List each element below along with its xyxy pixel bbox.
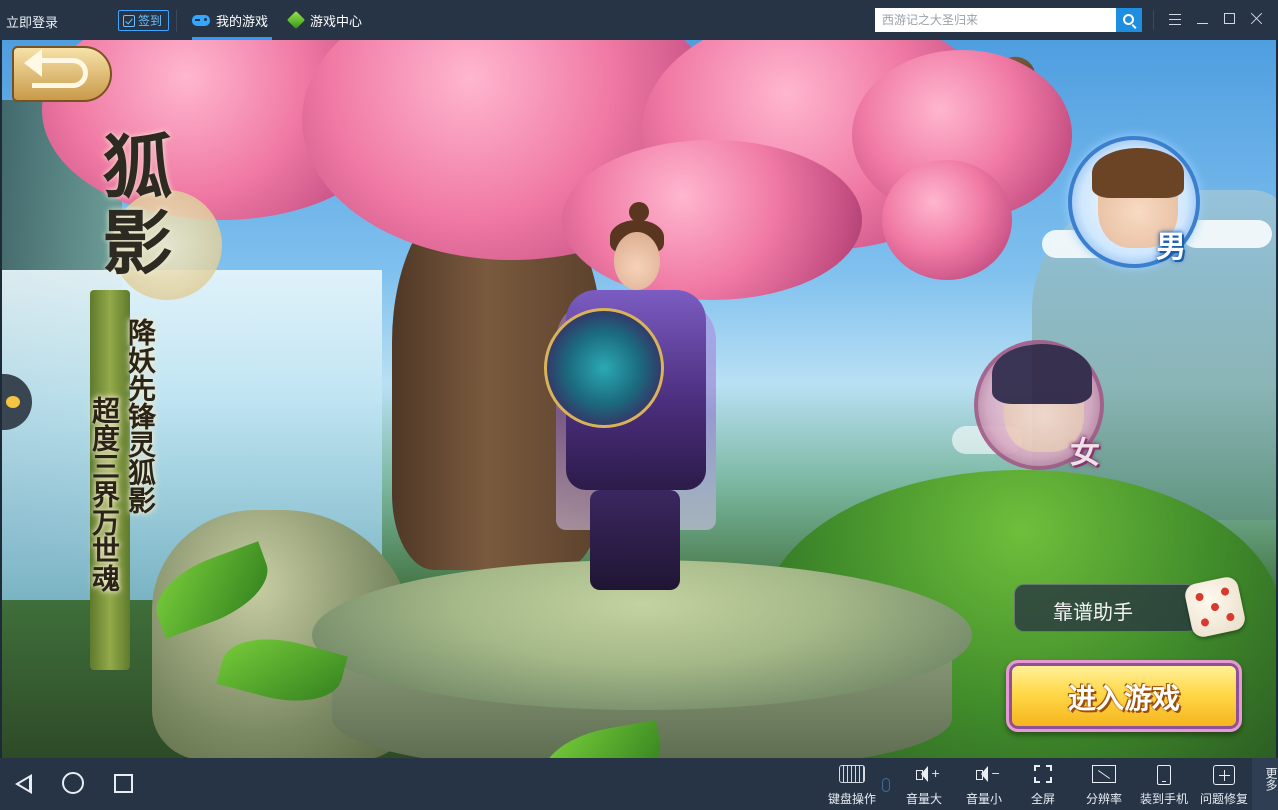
tab-label: 游戏中心 [310, 14, 363, 30]
volume-down-icon: − [976, 765, 1000, 783]
keyboard-icon [839, 765, 865, 783]
tab-game-center[interactable]: 游戏中心 [286, 0, 368, 40]
maximize-button[interactable] [1221, 9, 1239, 29]
divider [1153, 10, 1154, 30]
install-to-phone-button[interactable]: 装到手机 [1136, 758, 1192, 810]
enter-game-button[interactable]: 进入游戏 [1006, 660, 1242, 732]
tab-my-games[interactable]: 我的游戏 [192, 0, 272, 40]
character-title: 降妖先锋灵狐影 [124, 318, 157, 514]
gamepad-icon [192, 14, 210, 26]
keyboard-button[interactable]: 键盘操作 [824, 758, 880, 810]
fullscreen-button[interactable]: 全屏 [1015, 758, 1071, 810]
game-viewport[interactable]: 狐影 降妖先锋灵狐影 超度三界万世魂 男 女 靠谱助手 进入游戏 [2, 40, 1276, 758]
assistant-button[interactable]: 靠谱助手 [1014, 584, 1210, 632]
phone-icon [1157, 765, 1171, 785]
cube-icon [286, 10, 306, 30]
mic-icon [882, 778, 890, 792]
divider [176, 10, 177, 32]
menu-button[interactable] [1166, 9, 1184, 29]
title-bar: 立即登录 签到 我的游戏 游戏中心 [0, 0, 1278, 40]
enter-game-label: 进入游戏 [1067, 682, 1180, 715]
back-arrow-icon [24, 49, 88, 88]
gender-male-button[interactable]: 男 [1068, 136, 1200, 268]
fullscreen-icon [1034, 765, 1052, 783]
nav-home-icon[interactable] [62, 772, 84, 794]
assistant-label: 靠谱助手 [1053, 600, 1133, 624]
signin-label: 签到 [138, 14, 163, 28]
login-link[interactable]: 立即登录 [6, 12, 58, 31]
gender-female-label: 女 [1070, 436, 1100, 471]
bottom-toolbar: 键盘操作 + 音量大 − 音量小 全屏 分辨率 装到手机 问题修复 更多 [0, 758, 1278, 810]
shield-icon [544, 308, 664, 428]
repair-icon [1213, 765, 1235, 785]
search-icon [1122, 13, 1134, 25]
search-input[interactable] [875, 8, 1116, 32]
volume-down-button[interactable]: − 音量小 [956, 758, 1012, 810]
volume-up-icon: + [916, 765, 940, 783]
nav-recent-icon[interactable] [114, 774, 133, 793]
nav-back-icon[interactable] [12, 772, 36, 796]
search-button[interactable] [1116, 8, 1142, 32]
resolution-icon [1092, 765, 1116, 783]
checkbox-icon [123, 14, 135, 27]
more-button[interactable]: 更多 [1252, 758, 1278, 810]
tab-label: 我的游戏 [216, 14, 269, 30]
volume-up-button[interactable]: + 音量大 [896, 758, 952, 810]
minimize-button[interactable] [1194, 9, 1212, 29]
dice-icon[interactable] [1182, 574, 1248, 640]
resolution-button[interactable]: 分辨率 [1076, 758, 1132, 810]
hero-character [536, 202, 736, 590]
gender-male-label: 男 [1156, 230, 1186, 265]
character-name: 狐影 [91, 130, 174, 282]
blossom-canopy [882, 160, 1012, 280]
back-button[interactable] [12, 46, 112, 102]
gender-female-button[interactable]: 女 [974, 340, 1104, 471]
signin-button[interactable]: 签到 [118, 10, 170, 31]
character-motto: 超度三界万世魂 [88, 396, 121, 592]
close-button[interactable] [1247, 9, 1265, 29]
repair-button[interactable]: 问题修复 [1196, 758, 1252, 810]
